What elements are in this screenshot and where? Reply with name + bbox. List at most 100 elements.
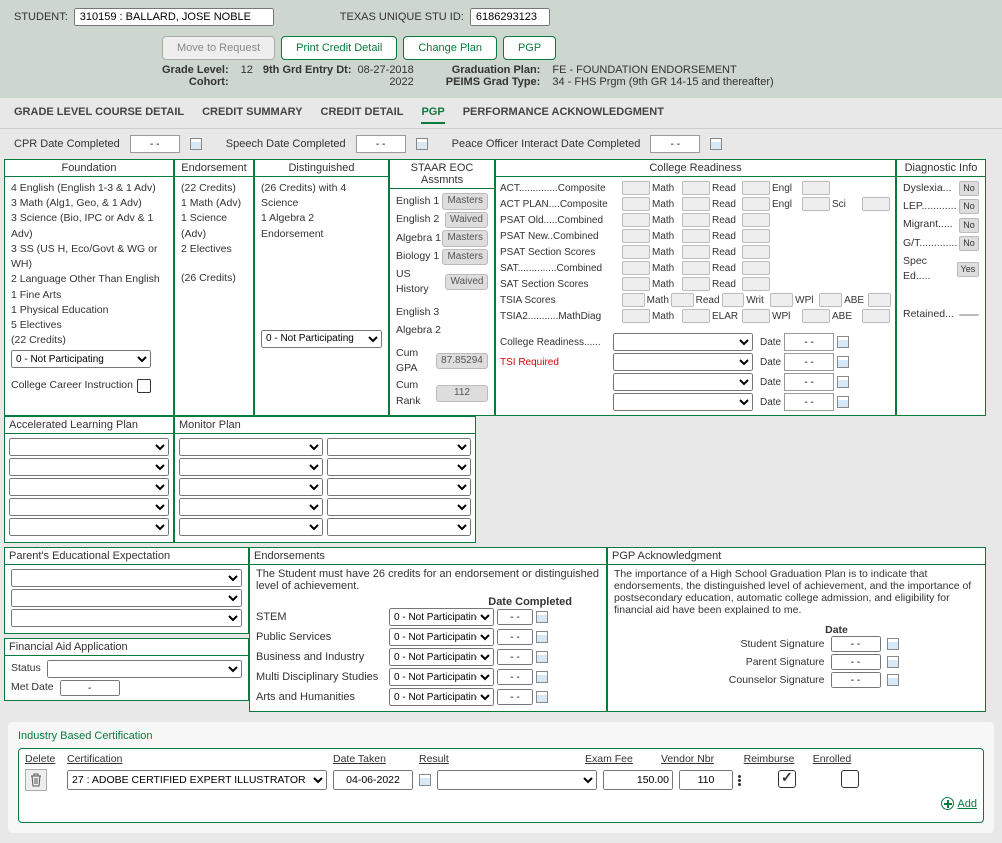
monitor-select-a4[interactable] [179,498,323,516]
calendar-icon[interactable] [837,376,849,388]
calendar-icon[interactable] [887,674,899,686]
cci-checkbox[interactable] [137,379,151,393]
endorsement-select[interactable]: 0 - Not Participating [389,668,494,686]
endorsement-date-input[interactable] [497,689,533,705]
pee-panel: Parent's Educational Expectation [4,547,249,634]
cr-row: ACT..............CompositeMathReadEngl [500,181,891,195]
monitor-select-a5[interactable] [179,518,323,536]
diagnostic-panel: Diagnostic Info Dyslexia...No LEP.......… [896,159,986,416]
faa-met-date-input[interactable] [60,680,120,696]
calendar-icon[interactable] [416,138,428,150]
peace-date-label: Peace Officer Interact Date Completed [452,138,641,150]
cr-date-input[interactable] [784,393,834,411]
signature-date-input[interactable] [831,672,881,688]
enrolled-checkbox[interactable] [841,770,859,788]
calendar-icon[interactable] [710,138,722,150]
alp-panel: Accelerated Learning Plan [4,416,174,543]
speech-date-input[interactable] [356,135,406,153]
pee-select-1[interactable] [11,569,242,587]
alp-select-3[interactable] [9,478,169,496]
calendar-icon[interactable] [887,638,899,650]
calendar-icon[interactable] [837,396,849,408]
calendar-icon[interactable] [837,356,849,368]
college-readiness-select[interactable] [613,393,753,411]
distinguished-participation-select[interactable]: 0 - Not Participating [261,330,382,348]
alp-select-2[interactable] [9,458,169,476]
endorsement-select[interactable]: 0 - Not Participating [389,648,494,666]
result-select[interactable] [437,770,597,790]
calendar-icon[interactable] [536,611,548,623]
reimburse-checkbox[interactable] [778,770,796,788]
tabs-bar: GRADE LEVEL COURSE DETAIL CREDIT SUMMARY… [0,98,1002,129]
vendor-nbr-input[interactable] [679,770,733,790]
monitor-select-b2[interactable] [327,458,471,476]
ibc-section: Industry Based Certification Delete Cert… [8,722,994,833]
cr-date-input[interactable] [784,353,834,371]
cr-date-input[interactable] [784,373,834,391]
header-info: Grade Level: Cohort: 12 9th Grd Entry Dt… [162,64,988,96]
texas-id-label: TEXAS UNIQUE STU ID: [340,11,464,23]
cr-row: PSAT Old.....CombinedMathRead [500,213,891,227]
plus-icon [941,797,954,810]
cr-date-input[interactable] [784,333,834,351]
delete-row-button[interactable] [25,769,47,791]
monitor-select-b1[interactable] [327,438,471,456]
endorsement-date-input[interactable] [497,649,533,665]
monitor-select-b3[interactable] [327,478,471,496]
calendar-icon[interactable] [536,631,548,643]
date-taken-input[interactable] [333,770,413,790]
monitor-select-b4[interactable] [327,498,471,516]
calendar-icon[interactable] [837,336,849,348]
endorsement-select[interactable]: 0 - Not Participating [389,688,494,706]
foundation-participation-select[interactable]: 0 - Not Participating [11,350,151,368]
faa-status-select[interactable] [47,660,242,678]
monitor-select-b5[interactable] [327,518,471,536]
pee-select-3[interactable] [11,609,242,627]
monitor-select-a1[interactable] [179,438,323,456]
college-readiness-select[interactable] [613,353,753,371]
endorsement-select[interactable]: 0 - Not Participating [389,608,494,626]
change-plan-button[interactable]: Change Plan [403,36,497,60]
signature-date-input[interactable] [831,654,881,670]
tab-credit-summary[interactable]: CREDIT SUMMARY [202,106,302,124]
cpr-date-input[interactable] [130,135,180,153]
alp-select-5[interactable] [9,518,169,536]
move-to-request-button: Move to Request [162,36,275,60]
calendar-icon[interactable] [536,671,548,683]
print-credit-detail-button[interactable]: Print Credit Detail [281,36,397,60]
pee-select-2[interactable] [11,589,242,607]
tab-pgp[interactable]: PGP [421,106,444,124]
calendar-icon[interactable] [419,774,431,786]
exam-fee-input[interactable] [603,770,673,790]
calendar-icon[interactable] [536,691,548,703]
endorsement-panel: Endorsement (22 Credits) 1 Math (Adv) 1 … [174,159,254,416]
cr-row: TSIA ScoresMathReadWritWPlABE [500,293,891,307]
college-readiness-select[interactable] [613,373,753,391]
add-row-link[interactable]: Add [941,797,977,810]
calendar-icon[interactable] [887,656,899,668]
peace-date-input[interactable] [650,135,700,153]
student-input[interactable] [74,8,274,26]
tab-grade-level[interactable]: GRADE LEVEL COURSE DETAIL [14,106,184,124]
tab-performance-ack[interactable]: PERFORMANCE ACKNOWLEDGMENT [463,106,664,124]
monitor-select-a3[interactable] [179,478,323,496]
tab-credit-detail[interactable]: CREDIT DETAIL [321,106,404,124]
vendor-lookup-button[interactable] [735,774,743,787]
endorsement-select[interactable]: 0 - Not Participating [389,628,494,646]
alp-select-1[interactable] [9,438,169,456]
endorsement-date-input[interactable] [497,669,533,685]
signature-date-input[interactable] [831,636,881,652]
pgp-button[interactable]: PGP [503,36,556,60]
certification-select[interactable]: 27 : ADOBE CERTIFIED EXPERT ILLUSTRATOR [67,770,327,790]
alp-select-4[interactable] [9,498,169,516]
calendar-icon[interactable] [536,651,548,663]
endorsement-date-input[interactable] [497,629,533,645]
monitor-panel: Monitor Plan [174,416,476,543]
endorsement-date-input[interactable] [497,609,533,625]
college-readiness-select[interactable] [613,333,753,351]
texas-id-input[interactable] [470,8,550,26]
endorsements-panel: Endorsements The Student must have 26 cr… [249,547,607,712]
monitor-select-a2[interactable] [179,458,323,476]
calendar-icon[interactable] [190,138,202,150]
faa-panel: Financial Aid Application Status Met Dat… [4,638,249,701]
